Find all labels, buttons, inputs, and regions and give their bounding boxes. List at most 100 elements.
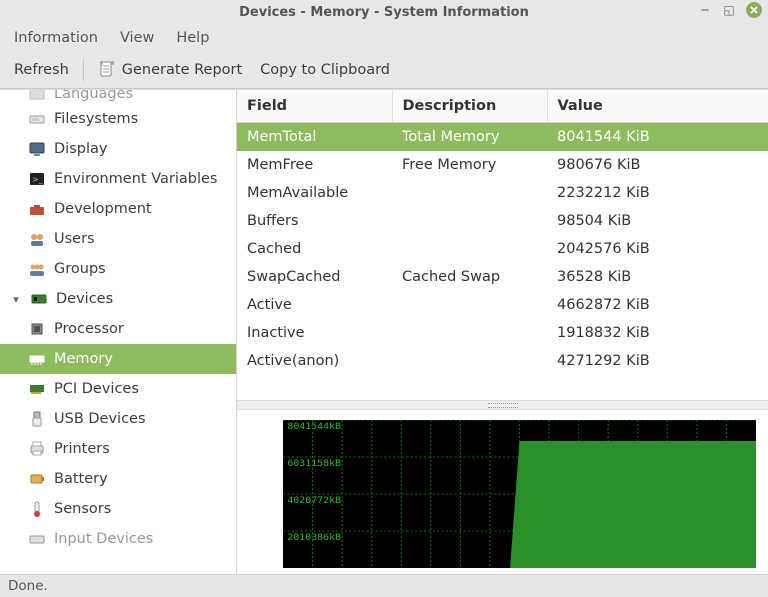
- table-row[interactable]: SwapCachedCached Swap36528 KiB: [237, 263, 768, 291]
- sidebar-item-printers[interactable]: Printers: [0, 434, 236, 464]
- menu-information[interactable]: Information: [10, 27, 102, 49]
- sidebar-item-label: Development: [54, 201, 152, 217]
- table-row[interactable]: Buffers98504 KiB: [237, 207, 768, 235]
- sidebar-item-sensors[interactable]: Sensors: [0, 494, 236, 524]
- printer-icon: [28, 440, 46, 458]
- pane-splitter[interactable]: [237, 400, 768, 410]
- toolbar-separator: [83, 59, 84, 81]
- copy-clipboard-button[interactable]: Copy to Clipboard: [256, 60, 394, 80]
- sidebar-item-development[interactable]: Development: [0, 194, 236, 224]
- pci-icon: [28, 380, 46, 398]
- sidebar-item-label: Users: [54, 231, 95, 247]
- menubar: Information View Help: [0, 24, 768, 52]
- statusbar: Done.: [0, 574, 768, 597]
- sidebar-item-pci-devices[interactable]: PCI Devices: [0, 374, 236, 404]
- sidebar-item-usb-devices[interactable]: USB Devices: [0, 404, 236, 434]
- titlebar: Devices - Memory - System Information ─ …: [0, 0, 768, 24]
- column-header-value[interactable]: Value: [547, 90, 768, 123]
- sidebar-item-languages[interactable]: Languages: [0, 90, 236, 104]
- main-panel: Languages Filesystems Display >_ Environment…: [0, 89, 768, 574]
- cell-description: [392, 319, 547, 347]
- sidebar: Languages Filesystems Display >_ Environment…: [0, 90, 237, 574]
- table-row[interactable]: Active 4662872 KiB: [237, 291, 768, 319]
- languages-icon: [28, 90, 46, 103]
- cell-value: 4662872 KiB: [547, 291, 768, 319]
- sidebar-item-memory[interactable]: Memory: [0, 344, 236, 374]
- sidebar-item-environment-variables[interactable]: >_ Environment Variables: [0, 164, 236, 194]
- sensor-icon: [28, 500, 46, 518]
- sidebar-item-users[interactable]: Users: [0, 224, 236, 254]
- sidebar-item-label: Memory: [54, 351, 113, 367]
- menu-help[interactable]: Help: [172, 27, 213, 49]
- table-scroll[interactable]: Field Description Value MemTotalTotal Me…: [237, 90, 768, 400]
- memory-icon: [28, 350, 46, 368]
- cpu-icon: [28, 320, 46, 338]
- devices-icon: [30, 290, 48, 308]
- memory-table: Field Description Value MemTotalTotal Me…: [237, 90, 768, 375]
- report-icon: [98, 61, 116, 79]
- toolbox-icon: [28, 200, 46, 218]
- expander-icon[interactable]: ▾: [10, 293, 22, 306]
- sidebar-item-filesystems[interactable]: Filesystems: [0, 104, 236, 134]
- sidebar-item-label: USB Devices: [54, 411, 146, 427]
- generate-report-button[interactable]: Generate Report: [94, 59, 246, 81]
- sidebar-item-label: Sensors: [54, 501, 111, 517]
- svg-text:>_: >_: [32, 175, 44, 184]
- sidebar-item-label: Printers: [54, 441, 110, 457]
- display-icon: [28, 140, 46, 158]
- svg-text:2010386kB: 2010386kB: [287, 532, 341, 542]
- toolbar: Refresh Generate Report Copy to Clipboar…: [0, 52, 768, 89]
- cell-description: [392, 179, 547, 207]
- sidebar-item-groups[interactable]: Groups: [0, 254, 236, 284]
- cell-field: Active(anon): [237, 347, 392, 375]
- refresh-button[interactable]: Refresh: [10, 60, 73, 80]
- cell-description: Cached Swap: [392, 263, 547, 291]
- sidebar-item-display[interactable]: Display: [0, 134, 236, 164]
- sidebar-item-label: Languages: [54, 90, 133, 102]
- cell-description: Total Memory: [392, 123, 547, 152]
- sidebar-item-label: Environment Variables: [54, 171, 217, 187]
- cell-value: 980676 KiB: [547, 151, 768, 179]
- svg-text:8041544kB: 8041544kB: [287, 421, 341, 431]
- cell-value: 36528 KiB: [547, 263, 768, 291]
- sidebar-item-label: Filesystems: [54, 111, 138, 127]
- cell-value: 2042576 KiB: [547, 235, 768, 263]
- minimize-button[interactable]: ─: [698, 3, 712, 17]
- treeview[interactable]: Languages Filesystems Display >_ Environment…: [0, 90, 236, 574]
- sidebar-item-processor[interactable]: Processor: [0, 314, 236, 344]
- cell-field: SwapCached: [237, 263, 392, 291]
- cell-description: [392, 235, 547, 263]
- groups-icon: [28, 260, 46, 278]
- svg-text:6031158kB: 6031158kB: [287, 458, 341, 468]
- svg-text:4020772kB: 4020772kB: [287, 495, 341, 505]
- sidebar-item-input-devices[interactable]: Input Devices: [0, 524, 236, 554]
- column-header-field[interactable]: Field: [237, 90, 392, 123]
- menu-view[interactable]: View: [116, 27, 158, 49]
- cell-value: 8041544 KiB: [547, 123, 768, 152]
- table-row[interactable]: Cached2042576 KiB: [237, 235, 768, 263]
- sidebar-item-label: Battery: [54, 471, 108, 487]
- memory-graph: 8041544kB 6031158kB 4020772kB 2010386kB: [237, 410, 768, 574]
- cell-description: [392, 347, 547, 375]
- cell-description: Free Memory: [392, 151, 547, 179]
- maximize-button[interactable]: ◱: [722, 3, 736, 17]
- terminal-icon: >_: [28, 170, 46, 188]
- table-row[interactable]: MemTotalTotal Memory8041544 KiB: [237, 123, 768, 152]
- cell-description: [392, 207, 547, 235]
- content-panel: Field Description Value MemTotalTotal Me…: [237, 90, 768, 574]
- users-icon: [28, 230, 46, 248]
- sidebar-item-devices[interactable]: ▾Devices: [0, 284, 236, 314]
- cell-field: Active: [237, 291, 392, 319]
- table-row[interactable]: Inactive1918832 KiB: [237, 319, 768, 347]
- table-row[interactable]: MemFreeFree Memory980676 KiB: [237, 151, 768, 179]
- close-button[interactable]: [746, 2, 762, 18]
- sidebar-item-label: Input Devices: [54, 531, 153, 547]
- table-row[interactable]: MemAvailable2232212 KiB: [237, 179, 768, 207]
- cell-value: 98504 KiB: [547, 207, 768, 235]
- cell-value: 4271292 KiB: [547, 347, 768, 375]
- table-row[interactable]: Active(anon) 4271292 KiB: [237, 347, 768, 375]
- status-text: Done.: [8, 578, 48, 594]
- column-header-description[interactable]: Description: [392, 90, 547, 123]
- sidebar-item-battery[interactable]: Battery: [0, 464, 236, 494]
- cell-value: 1918832 KiB: [547, 319, 768, 347]
